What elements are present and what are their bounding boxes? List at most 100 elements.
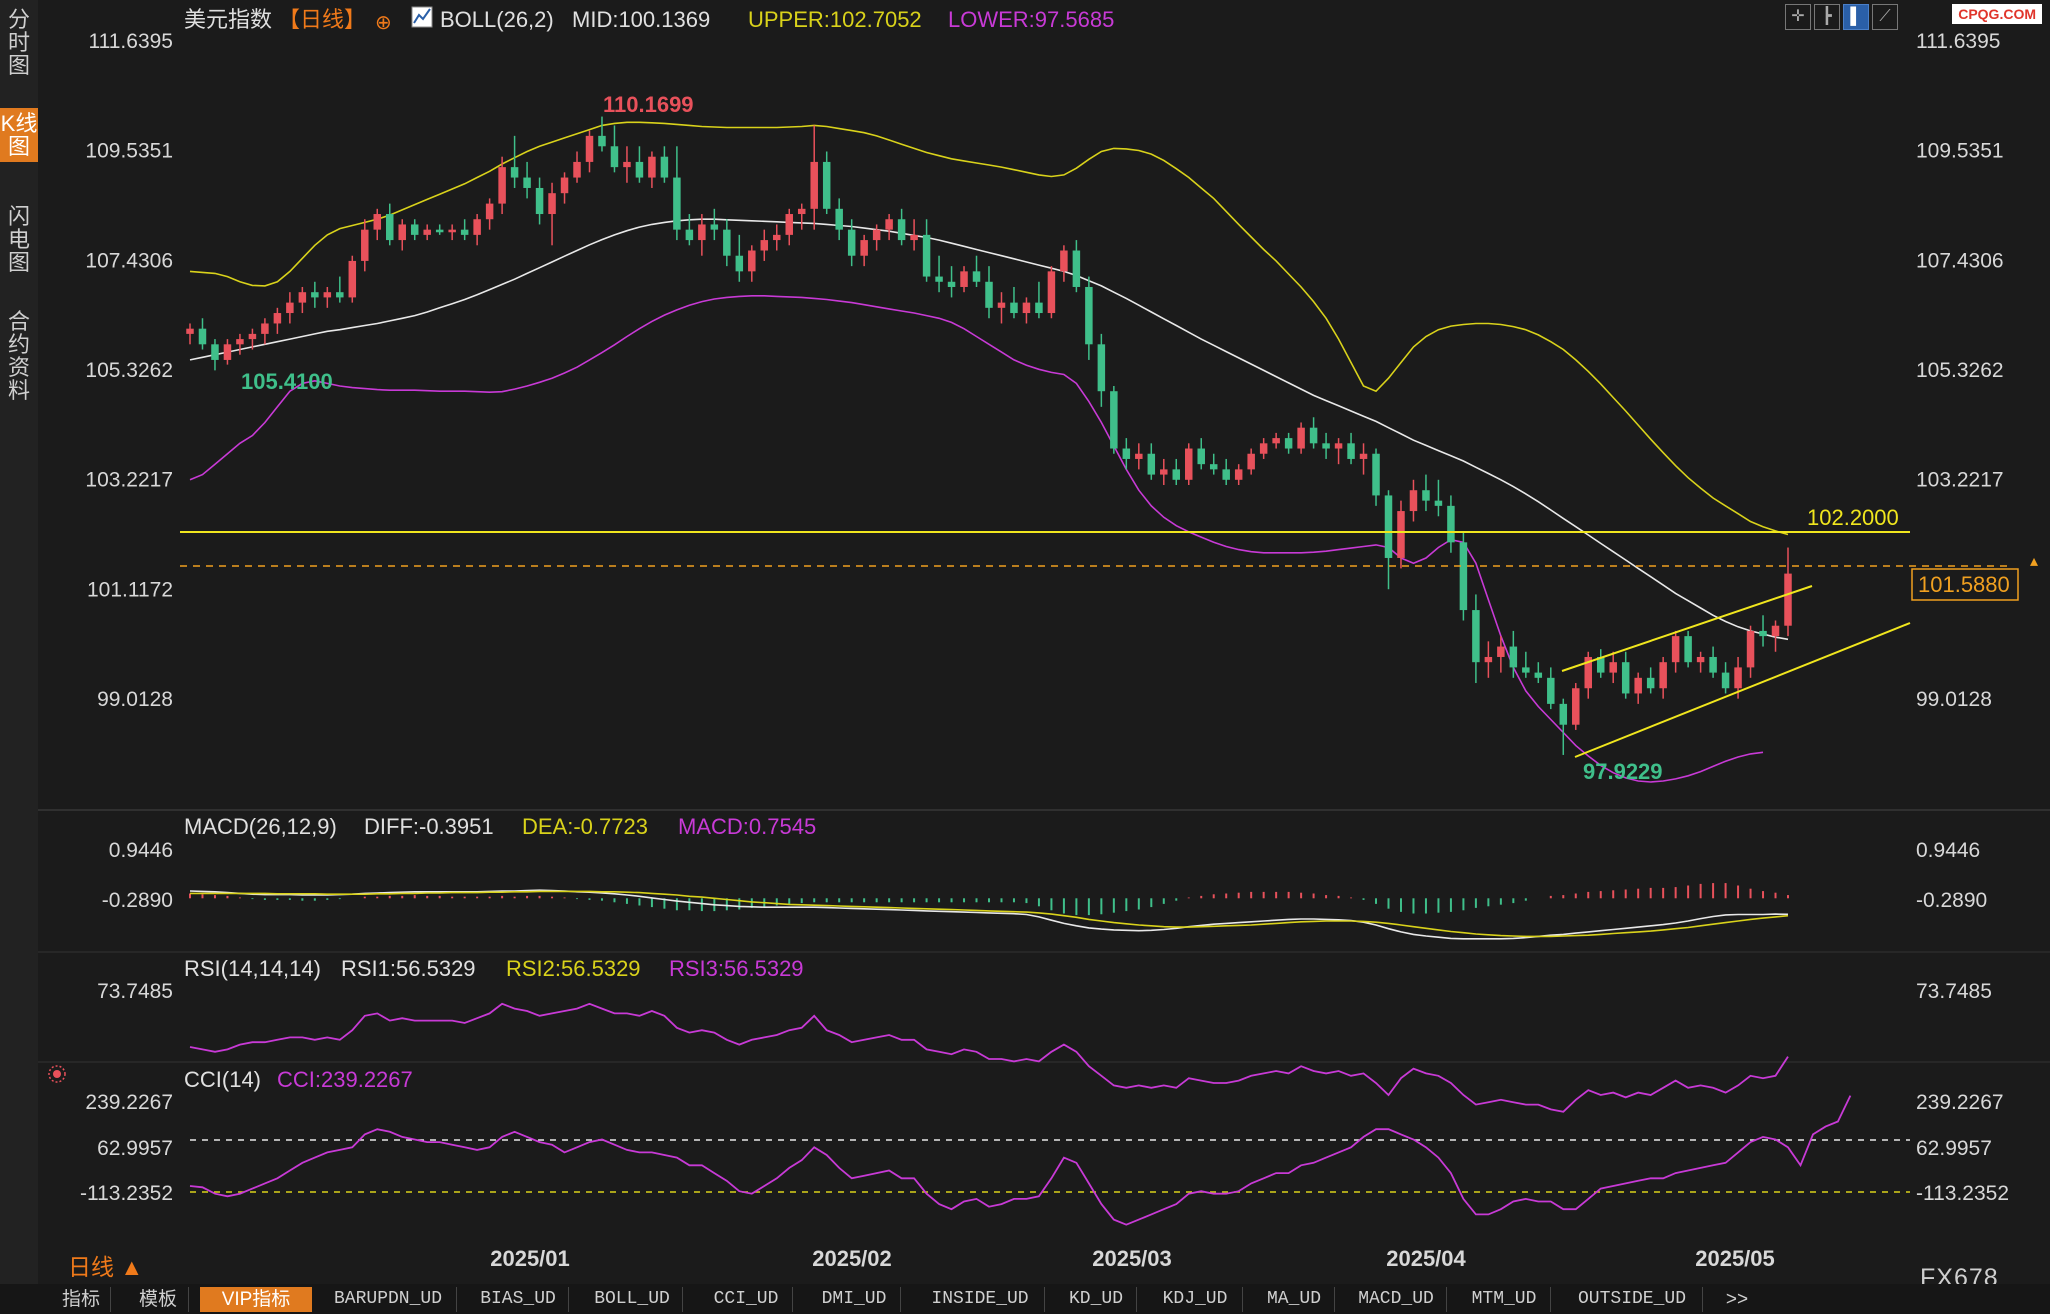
indicator-tab-bar: 指标 模板 VIP指标 BARUPDN_UD BIAS_UD BOLL_UD C… (0, 1284, 2050, 1314)
candle-body (473, 219, 481, 235)
candle-body (922, 234, 931, 277)
cci-tick-right: 62.9957 (1916, 1137, 1992, 1160)
candle-body (972, 271, 981, 282)
candle-body (797, 208, 806, 215)
cci-tick-left: -113.2352 (80, 1182, 173, 1205)
candle-body (1022, 302, 1031, 314)
tab-indicators[interactable]: 指标 (52, 1287, 111, 1312)
candle-body (1347, 443, 1355, 459)
macd-value: MACD:0.7545 (678, 814, 816, 839)
candle-body (1372, 453, 1380, 496)
candle-body (710, 224, 719, 230)
bar-style-icon[interactable]: ┣ (1814, 4, 1840, 30)
candle-body (1097, 344, 1106, 392)
candle-body (598, 135, 606, 147)
tab-barupdn[interactable]: BARUPDN_UD (320, 1287, 457, 1312)
candle-body (1659, 662, 1667, 689)
candle-body (1197, 448, 1205, 465)
candle-body (311, 292, 319, 298)
candle-body (386, 214, 394, 241)
candle-body (1359, 453, 1368, 459)
candle-body (1185, 448, 1193, 480)
candle-body (361, 229, 369, 261)
add-indicator-icon[interactable]: ⊕ (375, 12, 392, 34)
period-selector[interactable]: 日线 ▲ (68, 1248, 143, 1282)
candle-body (1209, 464, 1218, 470)
candle-body (1172, 469, 1181, 480)
tab-vip-indicators[interactable]: VIP指标 (200, 1287, 312, 1312)
main-tick-left: 107.4306 (85, 249, 173, 272)
tab-cci[interactable]: CCI_UD (700, 1287, 793, 1312)
candle-body (1709, 656, 1717, 673)
candle-style-icon[interactable]: ▌ (1843, 4, 1869, 30)
boll-indicator-icon (411, 6, 433, 28)
sun-icon (48, 1065, 66, 1083)
tab-dmi[interactable]: DMI_UD (808, 1287, 901, 1312)
crosshair-icon[interactable]: ✛ (1785, 4, 1811, 30)
x-axis-labels: 2025/01 2025/02 2025/03 2025/04 2025/05 (490, 1246, 1775, 1271)
candle-body (785, 214, 793, 235)
main-tick-left: 105.3262 (85, 359, 173, 382)
candle-body (1284, 438, 1293, 449)
tab-templates[interactable]: 模板 (128, 1287, 189, 1312)
symbol-name: 美元指数 (184, 7, 272, 32)
candle-body (1160, 469, 1168, 475)
candle-body (1122, 448, 1131, 459)
candle-body (822, 161, 831, 209)
main-tick-left: 101.1172 (87, 578, 173, 601)
tab-outside[interactable]: OUTSIDE_UD (1562, 1287, 1703, 1312)
candle-body (1534, 672, 1543, 678)
tab-mtm[interactable]: MTM_UD (1458, 1287, 1551, 1312)
x-axis-label: 2025/03 (1092, 1246, 1172, 1271)
line-style-icon[interactable]: ⟋ (1872, 4, 1898, 30)
tab-bias[interactable]: BIAS_UD (468, 1287, 569, 1312)
candle-body (248, 333, 257, 340)
candle-body (236, 339, 244, 345)
candle-body (1110, 391, 1118, 449)
cci-title: CCI(14) (184, 1067, 261, 1092)
candle-body (298, 292, 307, 303)
candle-body (885, 219, 893, 230)
more-tabs-button[interactable]: >> (1712, 1287, 1762, 1312)
macd-plot (189, 883, 1789, 940)
tab-macd[interactable]: MACD_UD (1346, 1287, 1447, 1312)
cci-tick-right: 239.2267 (1916, 1091, 2004, 1114)
main-tick-right: 109.5351 (1916, 140, 2004, 163)
candle-body (398, 224, 406, 241)
candle-body (510, 167, 519, 178)
candle-body (610, 146, 619, 168)
candle-body (186, 328, 194, 334)
candle-body (1147, 453, 1156, 475)
tab-boll[interactable]: BOLL_UD (582, 1287, 683, 1312)
triangle-up-icon: ▲ (120, 1254, 144, 1280)
tab-kdj[interactable]: KDJ_UD (1148, 1287, 1243, 1312)
period-label: 日线 (68, 1254, 114, 1280)
tab-kd[interactable]: KD_UD (1056, 1287, 1137, 1312)
candle-body (435, 229, 444, 233)
candle-body (847, 229, 856, 256)
tab-ma[interactable]: MA_UD (1254, 1287, 1335, 1312)
candle-body (1771, 625, 1780, 637)
candle-body (1135, 453, 1143, 459)
tab-inside[interactable]: INSIDE_UD (916, 1287, 1045, 1312)
cci-value: CCI:239.2267 (277, 1067, 413, 1092)
low-label-left: 105.4100 (241, 369, 333, 394)
candle-body (535, 187, 544, 215)
chart-canvas[interactable]: 美元指数 【日线】 ⊕ BOLL(26,2) MID:100.1369 UPPE… (0, 0, 2050, 1314)
x-axis-label: 2025/02 (812, 1246, 892, 1271)
candle-body (423, 229, 431, 235)
cci-line (189, 1095, 1852, 1226)
candle-body (1085, 286, 1093, 345)
candle-body (1472, 610, 1480, 663)
rsi3-value: RSI3:56.5329 (669, 956, 804, 981)
candle-body (198, 328, 207, 345)
candle-body (548, 193, 556, 215)
candle-body (1397, 511, 1405, 558)
candle-body (1047, 271, 1056, 314)
x-axis-label: 2025/04 (1386, 1246, 1466, 1271)
rsi-tick-left: 73.7485 (97, 980, 173, 1003)
price-marker-icon: ▴ (2030, 553, 2038, 570)
main-tick-right: 111.6395 (1916, 30, 2000, 53)
candle-body (1035, 302, 1043, 314)
macd-diff-line (189, 889, 1789, 940)
